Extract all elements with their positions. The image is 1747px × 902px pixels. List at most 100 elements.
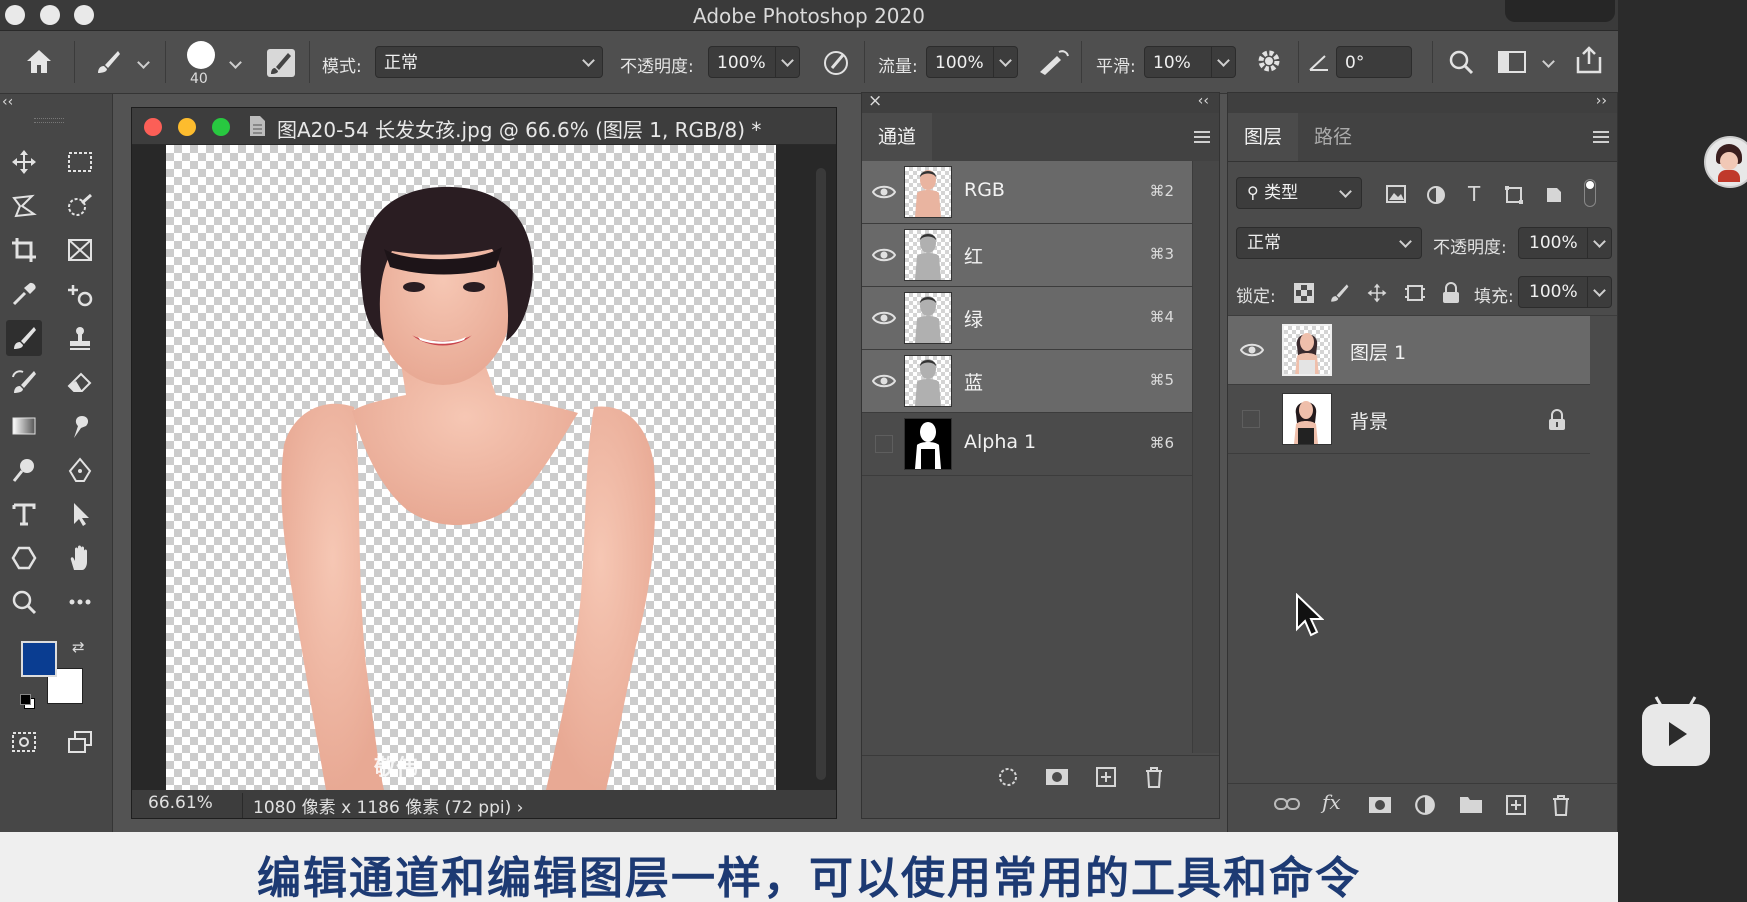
brush-preset-icon[interactable]	[94, 48, 122, 80]
lasso-tool-icon[interactable]	[6, 188, 42, 224]
new-layer-icon[interactable]	[1505, 794, 1527, 820]
move-tool-icon[interactable]	[6, 144, 42, 180]
foreground-color-swatch[interactable]	[21, 641, 57, 677]
panel-menu-icon[interactable]	[1593, 131, 1609, 143]
flow-input[interactable]: 100%	[926, 46, 994, 78]
smoothing-dropdown[interactable]	[1212, 46, 1236, 78]
layer-row[interactable]: 背景	[1228, 385, 1590, 454]
gradient-tool-icon[interactable]	[6, 408, 42, 444]
layer-style-icon[interactable]: fx	[1322, 790, 1341, 814]
new-adjustment-layer-icon[interactable]	[1414, 794, 1436, 820]
eye-icon[interactable]	[871, 306, 897, 330]
panel-menu-icon[interactable]	[1194, 131, 1210, 143]
lock-artboard-icon[interactable]	[1404, 282, 1426, 308]
add-layer-mask-icon[interactable]	[1368, 794, 1392, 820]
lock-position-icon[interactable]	[1366, 282, 1388, 308]
layer-filter-select[interactable]: ⚲ 类型	[1236, 177, 1362, 209]
pressure-opacity-icon[interactable]	[821, 47, 851, 81]
quick-mask-icon[interactable]	[6, 724, 42, 760]
channel-row[interactable]: 绿 ⌘4	[862, 287, 1192, 350]
brush-angle-input[interactable]: 0°	[1336, 46, 1412, 78]
gear-icon[interactable]	[1255, 47, 1283, 79]
layer-row[interactable]: 图层 1	[1228, 316, 1590, 385]
tab-paths[interactable]: 路径	[1298, 113, 1368, 161]
load-channel-selection-icon[interactable]	[997, 766, 1019, 792]
tab-layers[interactable]: 图层	[1228, 113, 1299, 161]
tab-channels[interactable]: 通道	[862, 113, 933, 161]
link-layers-icon[interactable]	[1274, 796, 1300, 816]
image-canvas[interactable]: 敬伟	[166, 145, 776, 790]
search-icon[interactable]	[1447, 48, 1475, 80]
chevron-down-icon[interactable]	[1542, 55, 1555, 68]
tools-collapse-button[interactable]: ‹‹	[2, 94, 13, 110]
color-sampler-tool-icon[interactable]	[62, 276, 98, 312]
eye-icon[interactable]	[871, 369, 897, 393]
eye-icon[interactable]	[871, 243, 897, 267]
zoom-level[interactable]: 66.61%	[148, 793, 213, 813]
mode-select[interactable]: 正常	[375, 46, 603, 78]
history-brush-tool-icon[interactable]	[6, 364, 42, 400]
chevron-down-icon[interactable]	[229, 56, 242, 69]
chevron-down-icon[interactable]	[137, 56, 150, 69]
marquee-tool-icon[interactable]	[62, 144, 98, 180]
lock-transparent-pixels-icon[interactable]	[1294, 283, 1314, 307]
channel-row[interactable]: 蓝 ⌘5	[862, 350, 1192, 413]
frame-tool-icon[interactable]	[62, 232, 98, 268]
more-tools-icon[interactable]	[62, 584, 98, 620]
fill-input[interactable]: 100%	[1518, 276, 1588, 308]
filter-type-layer-icon[interactable]: T	[1468, 182, 1480, 206]
home-icon[interactable]	[24, 47, 54, 79]
hand-tool-icon[interactable]	[62, 540, 98, 576]
document-info[interactable]: 1080 像素 x 1186 像素 (72 ppi) ›	[242, 793, 523, 818]
vertical-scrollbar[interactable]	[816, 168, 826, 780]
delete-layer-icon[interactable]	[1550, 794, 1572, 820]
new-group-icon[interactable]	[1459, 794, 1483, 818]
channel-row[interactable]: RGB ⌘2	[862, 161, 1192, 224]
zoom-tool-icon[interactable]	[6, 584, 42, 620]
workspace-icon[interactable]	[1497, 49, 1527, 79]
panel-collapse-icon[interactable]: ‹‹	[1198, 93, 1209, 109]
filter-pixel-layer-icon[interactable]	[1386, 185, 1406, 207]
eraser-tool-icon[interactable]	[62, 364, 98, 400]
channel-row[interactable]: Alpha 1 ⌘6	[862, 413, 1192, 476]
panel-expand-icon[interactable]: ››	[1596, 93, 1607, 109]
layer-opacity-dropdown[interactable]	[1588, 227, 1612, 259]
lock-all-icon[interactable]	[1442, 282, 1460, 308]
doc-zoom-button[interactable]	[212, 118, 230, 136]
eye-icon[interactable]	[1239, 338, 1265, 362]
path-selection-tool-icon[interactable]	[62, 496, 98, 532]
channel-row[interactable]: 红 ⌘3	[862, 224, 1192, 287]
panel-close-icon[interactable]: ×	[868, 91, 882, 111]
quick-selection-tool-icon[interactable]	[62, 188, 98, 224]
type-tool-icon[interactable]	[6, 496, 42, 532]
delete-channel-icon[interactable]	[1143, 766, 1165, 792]
eyedropper-tool-icon[interactable]	[6, 276, 42, 312]
opacity-input[interactable]: 100%	[708, 46, 776, 78]
default-colors-icon[interactable]	[20, 694, 35, 709]
brush-settings-panel-icon[interactable]	[266, 48, 296, 82]
brush-tool-icon[interactable]	[6, 320, 42, 356]
brush-size-icon[interactable]	[187, 41, 215, 69]
blend-mode-select[interactable]: 正常	[1236, 227, 1422, 259]
swap-colors-icon[interactable]: ⇄	[72, 638, 85, 656]
visibility-toggle[interactable]	[875, 435, 893, 453]
play-video-icon[interactable]	[1642, 696, 1710, 766]
airbrush-icon[interactable]	[1037, 48, 1071, 80]
document-tab[interactable]: 图A20-54 长发女孩.jpg @ 66.6% (图层 1, RGB/8) *	[132, 108, 836, 145]
avatar[interactable]	[1704, 136, 1747, 188]
filter-toggle[interactable]	[1584, 179, 1596, 207]
filter-smart-object-icon[interactable]	[1544, 185, 1564, 209]
smoothing-input[interactable]: 10%	[1144, 46, 1212, 78]
doc-minimize-button[interactable]	[178, 118, 196, 136]
lock-image-pixels-icon[interactable]	[1328, 282, 1350, 308]
save-selection-channel-icon[interactable]	[1045, 766, 1069, 792]
share-icon[interactable]	[1574, 45, 1604, 79]
dodge-tool-icon[interactable]	[6, 452, 42, 488]
doc-close-button[interactable]	[144, 118, 162, 136]
filter-adjustment-layer-icon[interactable]	[1426, 185, 1446, 209]
crop-tool-icon[interactable]	[6, 232, 42, 268]
flow-dropdown[interactable]	[994, 46, 1018, 78]
screen-mode-icon[interactable]	[62, 724, 98, 760]
visibility-toggle[interactable]	[1242, 410, 1260, 428]
pen-tool-icon[interactable]	[62, 452, 98, 488]
